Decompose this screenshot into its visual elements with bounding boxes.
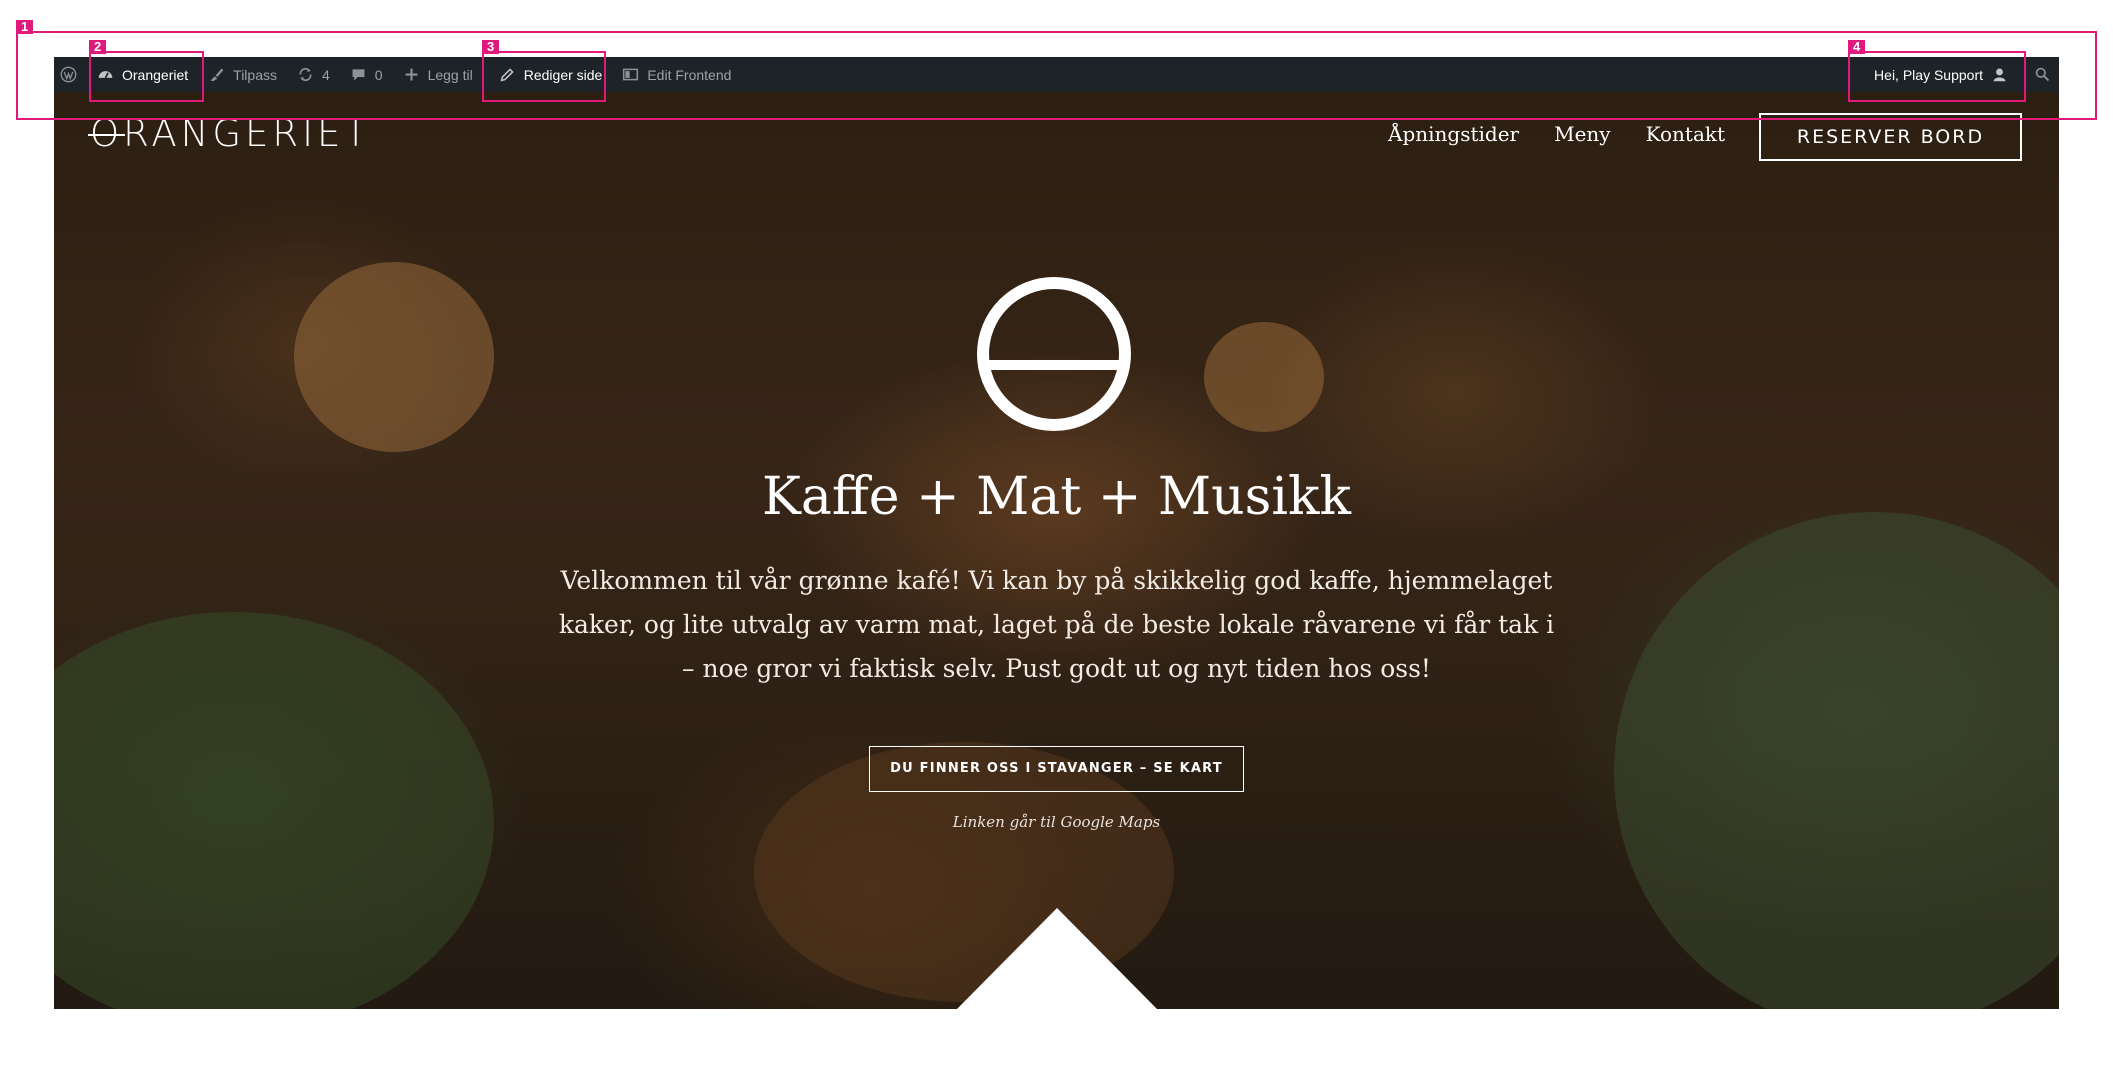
customize-link[interactable]: Tilpass [198,57,287,92]
nav-item-menu[interactable]: Meny [1554,124,1611,144]
comments-link[interactable]: 0 [340,57,393,92]
my-account-link[interactable]: Hei, Play Support [1864,57,2018,92]
site-frame: Orangeriet Tilpass 4 0 Legg til Rediger … [54,57,2059,1009]
lamp-decoration [1204,322,1324,432]
map-note: Linken går til Google Maps [952,813,1161,831]
nav-item-contact[interactable]: Kontakt [1646,124,1725,144]
search-icon [2034,66,2051,83]
site-logo-rest: RANGERIET [123,112,371,155]
new-content-label: Legg til [427,66,473,83]
foliage-right-decoration [1614,512,2059,1009]
greeting-label: Hei, Play Support [1874,66,1983,83]
annotation-label-4: 4 [1848,40,1866,54]
scroll-down-arrow[interactable] [957,908,1157,1009]
pencil-icon [499,66,516,83]
screen-icon [622,66,639,83]
admin-search-button[interactable] [2024,57,2059,92]
edit-frontend-link[interactable]: Edit Frontend [612,57,741,92]
dashboard-icon [97,66,114,83]
comments-count: 0 [374,66,383,83]
map-button[interactable]: DU FINNER OSS I STAVANGER – SE KART [869,746,1244,792]
updates-count: 4 [321,66,330,83]
nav-item-opening-hours[interactable]: Åpningstider [1388,124,1519,144]
hero-intro-text: Velkommen til vår grønne kafé! Vi kan by… [558,566,1555,683]
hero-background [54,92,2059,1009]
edit-frontend-label: Edit Frontend [647,66,732,83]
edit-page-link[interactable]: Rediger side [489,57,613,92]
hanging-basket-decoration [294,262,494,452]
updates-link[interactable]: 4 [287,57,340,92]
foliage-left-decoration [54,612,494,1009]
hero-headline: Kaffe + Mat + Musikk [761,467,1352,527]
plus-icon [403,66,420,83]
site-logo[interactable]: ORANGERIET [87,112,371,155]
site-name-label: Orangeriet [122,66,189,83]
annotation-label-1: 1 [16,20,34,34]
main-navigation: Åpningstider Meny Kontakt [1388,124,1725,144]
admin-bar: Orangeriet Tilpass 4 0 Legg til Rediger … [54,57,2059,92]
comment-icon [350,66,367,83]
annotation-label-2: 2 [89,40,107,54]
wordpress-menu[interactable] [54,57,87,92]
customize-label: Tilpass [233,66,277,83]
brush-icon [208,66,225,83]
wordpress-icon [60,66,77,83]
site-logo-first-letter: O [87,112,126,155]
annotation-label-3: 3 [482,40,500,54]
edit-page-label: Rediger side [523,66,603,83]
site-name-link[interactable]: Orangeriet [87,57,198,92]
reserve-table-button[interactable]: RESERVER BORD [1759,113,2022,161]
updates-icon [297,66,314,83]
new-content-link[interactable]: Legg til [393,57,483,92]
orangeriet-logo-mark-icon [975,275,1133,433]
user-icon [1991,66,2008,83]
